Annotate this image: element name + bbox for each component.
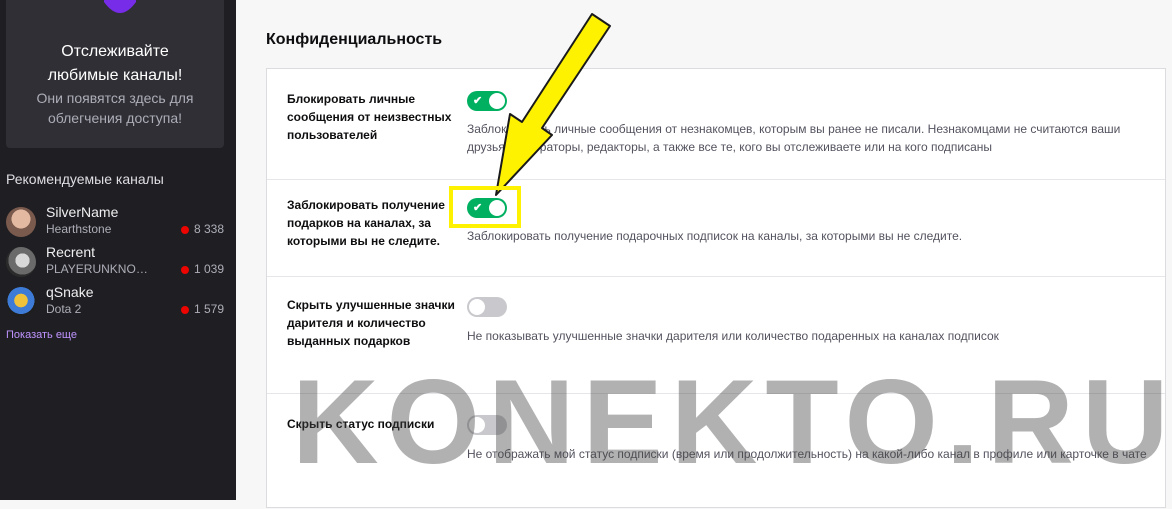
promo-sub-line1: Они появятся здесь для [36,90,194,106]
hide-gifter-badges-toggle[interactable] [467,297,507,317]
channel-name: qSnake [46,284,94,300]
avatar [6,247,36,277]
setting-row-hide-sub-status: Скрыть статус подписки Не отображать мой… [267,393,1165,509]
setting-description: Заблокировать получение подарочных подпи… [467,229,963,243]
heart-icon [104,0,136,13]
viewer-count: 1 039 [194,262,225,276]
toggle-knob [489,93,505,109]
live-dot-icon [181,266,189,274]
channel-item-qsnake[interactable]: qSnake Dota 2 1 579 [0,283,236,323]
avatar [6,287,36,317]
channel-game: Hearthstone [46,222,112,236]
main-content: Конфиденциальность Блокировать личные со… [236,0,1172,508]
promo-sub-line2: облегчения доступа! [47,110,183,126]
toggle-knob [489,200,505,216]
channel-item-recrent[interactable]: Recrent PLAYERUNKNOWN'S BATTLEGROUNDS 1 … [0,243,236,283]
recommended-channels-header: Рекомендуемые каналы [6,171,164,187]
check-icon: ✔ [473,202,483,214]
setting-label: Скрыть улучшенные значки дарителя и коли… [287,298,455,348]
setting-row-block-whispers: Блокировать личные сообщения от неизвест… [267,69,1165,180]
channel-item-silvername[interactable]: SilverName Hearthstone 8 338 [0,203,236,243]
setting-description: Заблокировать личные сообщения от незнак… [467,122,1121,154]
section-title: Конфиденциальность [266,31,443,48]
setting-description: Не показывать улучшенные значки дарителя… [467,329,999,343]
setting-label: Заблокировать получение подарков на кана… [287,198,445,248]
setting-label: Скрыть статус подписки [287,417,435,431]
follow-promo-card: Отслеживайте любимые каналы! Они появятс… [6,0,224,148]
toggle-knob [469,417,485,433]
promo-title-line1: Отслеживайте [61,43,169,60]
channel-name: Recrent [46,244,96,260]
sidebar: Отслеживайте любимые каналы! Они появятс… [0,0,236,500]
setting-row-block-gifts: Заблокировать получение подарков на кана… [267,179,1165,277]
toggle-knob [469,299,485,315]
viewer-count: 8 338 [194,222,225,236]
channel-name: SilverName [46,204,119,220]
show-more-link[interactable]: Показать еще [6,329,77,341]
block-gifts-toggle[interactable]: ✔ [467,198,507,218]
viewer-count: 1 579 [194,302,225,316]
promo-title-line2: любимые каналы! [47,67,183,84]
setting-row-hide-gifter-badges: Скрыть улучшенные значки дарителя и коли… [267,276,1165,394]
channel-game: PLAYERUNKNOWN'S BATTLEGROUNDS [46,262,158,276]
setting-label: Блокировать личные сообщения от неизвест… [287,92,452,142]
setting-description: Не отображать мой статус подписки (время… [467,447,1147,461]
live-dot-icon [181,306,189,314]
live-dot-icon [181,226,189,234]
privacy-settings-card: Блокировать личные сообщения от неизвест… [266,68,1166,508]
hide-sub-status-toggle[interactable] [467,415,507,435]
check-icon: ✔ [473,95,483,107]
avatar [6,207,36,237]
block-whispers-toggle[interactable]: ✔ [467,91,507,111]
channel-game: Dota 2 [46,302,82,316]
